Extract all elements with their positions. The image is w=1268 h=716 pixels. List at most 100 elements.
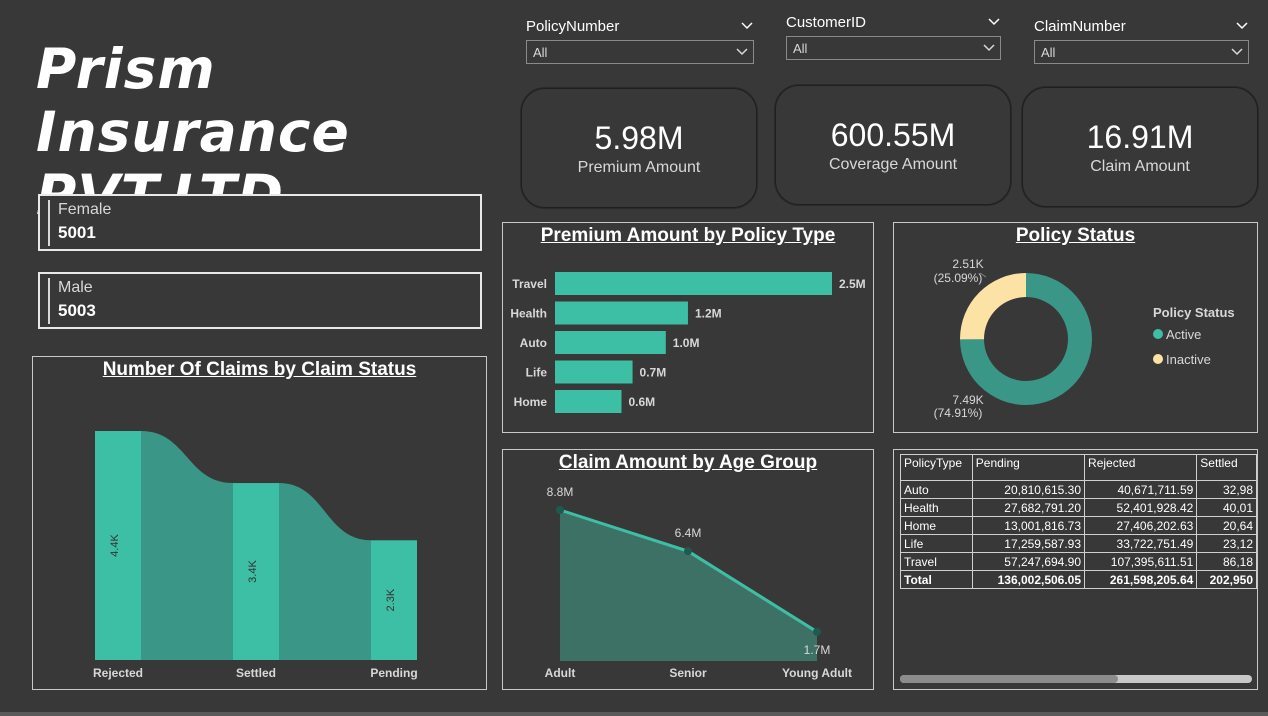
- premium-data-label: 0.7M: [640, 366, 667, 380]
- status-legend-label: Active: [1166, 327, 1201, 342]
- age-point: [813, 627, 821, 636]
- status-legend-swatch: [1153, 329, 1163, 339]
- matrix-cell: 57,247,694.90: [971, 552, 1086, 571]
- page-bottom-bar: [0, 712, 1268, 716]
- matrix-total-row: Total 136,002,506.05 261,598,205.64 202,950: [900, 570, 1257, 589]
- chevron-down-icon: [983, 44, 995, 52]
- matrix-cell: 27,406,202.63: [1084, 516, 1198, 535]
- status-percent-label: (25.09%): [934, 271, 983, 285]
- coverage-amount-card: 600.55M Coverage Amount: [775, 85, 1011, 205]
- table-row: Home 13,001,816.73 27,406,202.63 20,64: [900, 516, 1257, 535]
- claims-matrix-table: PolicyType Pending Rejected Settled Auto 20,…: [900, 454, 1257, 589]
- matrix-column-header[interactable]: PolicyType: [900, 454, 973, 481]
- premium-data-label: 1.2M: [695, 307, 722, 321]
- matrix-row-label: Travel: [900, 552, 973, 571]
- matrix-column-header[interactable]: Settled: [1196, 454, 1257, 481]
- chevron-down-icon: [1231, 48, 1243, 56]
- matrix-header-row: PolicyType Pending Rejected Settled: [900, 454, 1257, 481]
- premium-y-tick-label: Home: [514, 395, 548, 409]
- matrix-cell: 20,810,615.30: [971, 480, 1086, 499]
- claim-number-dropdown[interactable]: All: [1034, 40, 1249, 64]
- coverage-amount-label: Coverage Amount: [828, 156, 958, 173]
- claims-x-tick-label: Settled: [236, 666, 276, 680]
- claims-data-label: 4.4K: [109, 534, 121, 557]
- claims-x-tick-label: Pending: [370, 666, 417, 680]
- premium-data-label: 1.0M: [673, 336, 700, 350]
- policy-number-dropdown[interactable]: All: [526, 40, 754, 64]
- female-card: Female 5001: [38, 194, 482, 251]
- matrix-cell: 40,671,711.59: [1084, 480, 1198, 499]
- female-value: 5001: [58, 223, 96, 242]
- matrix-column-header[interactable]: Pending: [971, 454, 1086, 481]
- status-legend-title: Policy Status: [1153, 305, 1235, 320]
- age-chart: 8.8M Adult 6.4M Senior 1.7M Young Adult: [545, 485, 852, 680]
- male-value: 5003: [58, 301, 96, 320]
- table-row: Travel 57,247,694.90 107,395,611.51 86,18: [900, 552, 1257, 571]
- matrix-panel: PolicyType Pending Rejected Settled Auto 20,…: [893, 449, 1258, 690]
- matrix-cell: 13,001,816.73: [971, 516, 1086, 535]
- matrix-cell: 136,002,506.05: [971, 570, 1086, 589]
- matrix-cell: 23,12: [1196, 534, 1257, 553]
- claims-chart: 4.4K Rejected 3.4K Settled 2.3K Pending: [93, 431, 418, 680]
- table-row: Life 17,259,587.93 33,722,751.49 23,12: [900, 534, 1257, 553]
- matrix-row-label: Health: [900, 498, 973, 517]
- table-row: Auto 20,810,615.30 40,671,711.59 32,98: [900, 480, 1257, 499]
- status-legend-swatch: [1153, 354, 1163, 364]
- claims-ribbon: [141, 431, 233, 660]
- age-point: [684, 547, 692, 556]
- matrix-cell: 40,01: [1196, 498, 1257, 517]
- claims-data-label: 3.4K: [247, 560, 259, 583]
- customer-id-slicer-label: CustomerID: [786, 13, 867, 31]
- claim-amount-card: 16.91M Claim Amount: [1022, 87, 1258, 207]
- age-data-label: 8.8M: [547, 485, 574, 499]
- policy-number-slicer[interactable]: PolicyNumber All: [526, 15, 754, 64]
- matrix-row-label: Home: [900, 516, 973, 535]
- claims-data-label: 2.3K: [385, 588, 397, 611]
- premium-by-policy-panel: Premium Amount by Policy Type Travel 2.5M…: [502, 222, 874, 433]
- premium-y-tick-label: Health: [510, 307, 547, 321]
- male-card: Male 5003: [38, 272, 482, 329]
- matrix-cell: 20,64: [1196, 516, 1257, 535]
- matrix-column-header[interactable]: Rejected: [1084, 454, 1198, 481]
- matrix-row-label: Auto: [900, 480, 973, 499]
- matrix-scrollbar-thumb[interactable]: [900, 675, 1118, 683]
- claim-number-slicer[interactable]: ClaimNumber All: [1034, 15, 1249, 64]
- premium-y-tick-label: Life: [526, 366, 548, 380]
- matrix-cell: 27,682,791.20: [971, 498, 1086, 517]
- matrix-row-label: Total: [900, 570, 973, 589]
- status-chart: 2.51K(25.09%) 7.49K(74.91%) Policy Status A…: [934, 257, 1235, 420]
- coverage-amount-value: 600.55M: [830, 117, 956, 153]
- matrix-cell: 33,722,751.49: [1084, 534, 1198, 553]
- company-title-line1: Prism Insurance: [36, 37, 350, 164]
- age-point: [556, 506, 564, 514]
- status-data-label: 7.49K: [952, 393, 983, 407]
- chevron-down-icon[interactable]: [987, 15, 1001, 29]
- premium-bar: [555, 331, 666, 354]
- customer-id-dropdown[interactable]: All: [786, 36, 1001, 60]
- premium-amount-card: 5.98M Premium Amount: [521, 88, 757, 208]
- premium-bar: [555, 272, 832, 295]
- matrix-cell: 86,18: [1196, 552, 1257, 571]
- policy-number-slicer-label: PolicyNumber: [526, 17, 620, 35]
- claim-amount-label: Claim Amount: [1090, 158, 1190, 175]
- claim-amount-value: 16.91M: [1086, 119, 1194, 155]
- age-data-label: 1.7M: [804, 643, 831, 657]
- customer-id-selected: All: [793, 40, 808, 56]
- matrix-cell: 52,401,928.42: [1084, 498, 1198, 517]
- policy-number-selected: All: [533, 44, 548, 60]
- premium-bar: [555, 390, 622, 413]
- chevron-down-icon: [736, 48, 748, 56]
- claims-by-status-panel: Number Of Claims by Claim Status 4.4K Rej…: [32, 356, 487, 690]
- chevron-down-icon[interactable]: [1235, 19, 1249, 33]
- age-x-tick-label: Young Adult: [782, 666, 852, 680]
- claims-x-tick-label: Rejected: [93, 666, 143, 680]
- customer-id-slicer[interactable]: CustomerID All: [786, 11, 1001, 60]
- premium-chart: Travel 2.5M Health 1.2M Auto 1.0M Life 0.7M Home…: [510, 272, 866, 413]
- chevron-down-icon[interactable]: [740, 19, 754, 33]
- claim-by-age-panel: Claim Amount by Age Group 8.8M Adult 6.4M S…: [502, 449, 874, 690]
- premium-data-label: 0.6M: [628, 395, 655, 409]
- age-x-tick-label: Senior: [669, 666, 707, 680]
- matrix-cell: 32,98: [1196, 480, 1257, 499]
- status-percent-label: (74.91%): [934, 406, 983, 420]
- premium-amount-value: 5.98M: [594, 120, 684, 156]
